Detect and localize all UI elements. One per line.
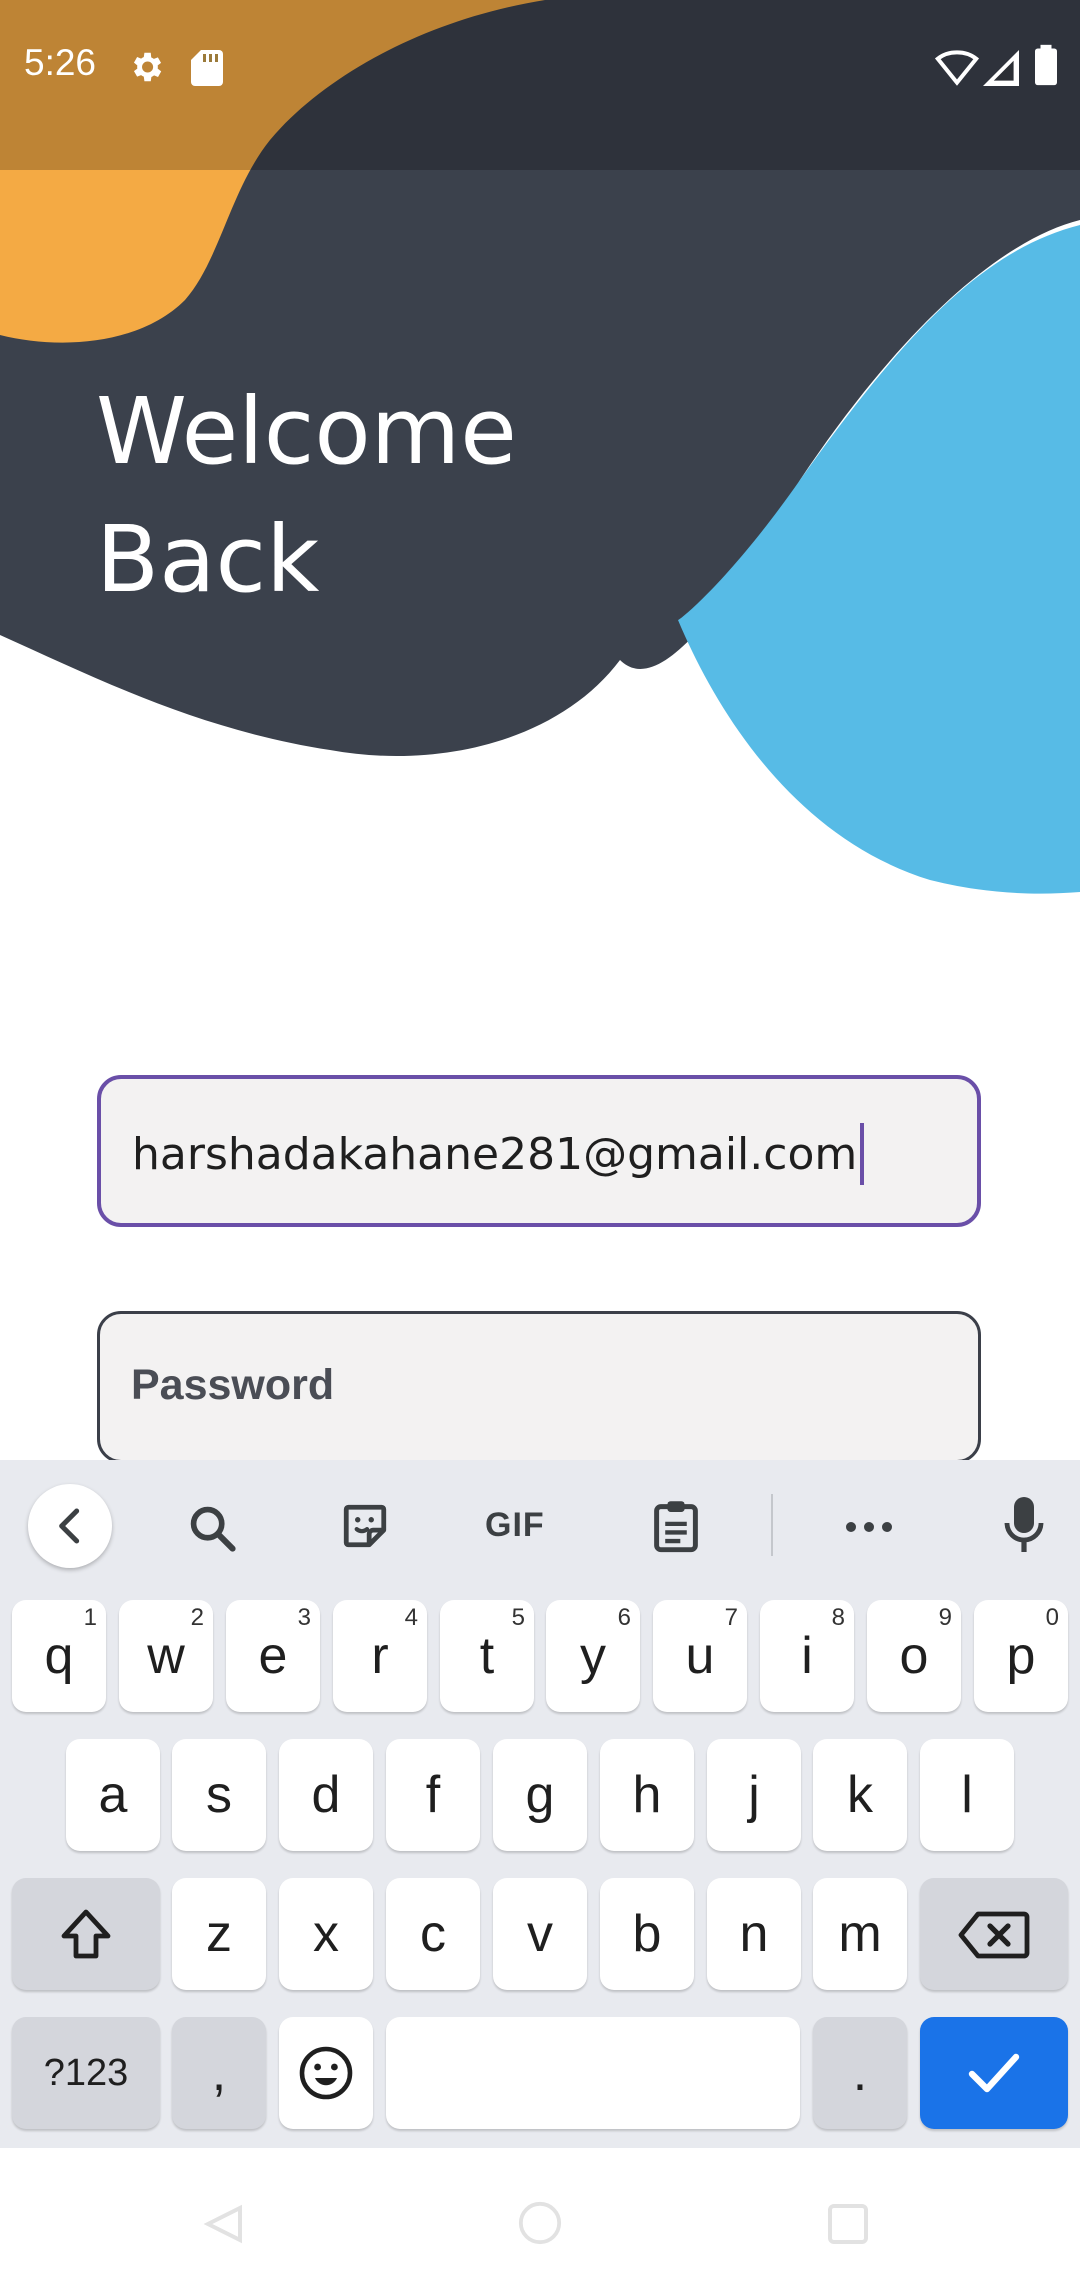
enter-key[interactable] — [920, 2017, 1068, 2129]
background-shapes — [0, 0, 1080, 894]
key-k[interactable]: k — [813, 1739, 907, 1851]
backspace-key[interactable] — [920, 1878, 1068, 1990]
key-u[interactable]: u7 — [653, 1600, 747, 1712]
emoji-icon — [299, 2046, 353, 2100]
settings-gear-icon — [133, 52, 162, 82]
key-v[interactable]: v — [493, 1878, 587, 1990]
key-n[interactable]: n — [707, 1878, 801, 1990]
key-w[interactable]: w2 — [119, 1600, 213, 1712]
sd-card-icon — [191, 50, 223, 86]
battery-icon — [1035, 44, 1057, 86]
shift-icon — [61, 1909, 111, 1959]
clipboard-icon[interactable] — [652, 1498, 700, 1554]
text-cursor — [860, 1123, 865, 1185]
cell-signal-icon — [983, 50, 1019, 86]
key-r[interactable]: r4 — [333, 1600, 427, 1712]
mic-icon[interactable] — [1004, 1494, 1044, 1556]
sticker-icon[interactable] — [340, 1500, 390, 1552]
key-f[interactable]: f — [386, 1739, 480, 1851]
key-y[interactable]: y6 — [546, 1600, 640, 1712]
welcome-line-2: Back — [96, 506, 320, 613]
key-e[interactable]: e3 — [226, 1600, 320, 1712]
comma-key[interactable]: , — [172, 2017, 266, 2129]
email-input-value: harshadakahane281@gmail.com — [132, 1123, 865, 1185]
key-m[interactable]: m — [813, 1878, 907, 1990]
chevron-left-icon — [59, 1508, 80, 1544]
navigation-bar — [0, 2148, 1080, 2280]
shift-key[interactable] — [12, 1878, 160, 1990]
status-time: 5:26 — [24, 42, 97, 83]
key-x[interactable]: x — [279, 1878, 373, 1990]
key-b[interactable]: b — [600, 1878, 694, 1990]
key-j[interactable]: j — [707, 1739, 801, 1851]
key-q[interactable]: q1 — [12, 1600, 106, 1712]
key-o[interactable]: o9 — [867, 1600, 961, 1712]
period-key[interactable]: . — [813, 2017, 907, 2129]
key-p[interactable]: p0 — [974, 1600, 1068, 1712]
space-key[interactable] — [386, 2017, 800, 2129]
wifi-icon — [935, 50, 979, 86]
keyboard-back-button[interactable] — [28, 1484, 112, 1568]
gif-icon[interactable]: GIF — [485, 1506, 545, 1545]
more-icon[interactable] — [844, 1520, 894, 1534]
key-c[interactable]: c — [386, 1878, 480, 1990]
key-i[interactable]: i8 — [760, 1600, 854, 1712]
nav-back-icon[interactable] — [200, 2204, 248, 2244]
emoji-key[interactable] — [279, 2017, 373, 2129]
welcome-line-1: Welcome — [96, 378, 517, 485]
key-z[interactable]: z — [172, 1878, 266, 1990]
backspace-icon — [958, 1911, 1030, 1959]
nav-home-icon[interactable] — [517, 2200, 563, 2246]
status-bar: 5:26 — [0, 0, 1080, 170]
toolbar-divider — [771, 1494, 773, 1556]
nav-recents-icon[interactable] — [826, 2202, 870, 2246]
key-t[interactable]: t5 — [440, 1600, 534, 1712]
checkmark-icon — [968, 2053, 1020, 2093]
soft-keyboard: GIF q1 w2 e3 r4 t5 y6 u7 i8 o9 p0 a s d … — [0, 1460, 1080, 2148]
key-d[interactable]: d — [279, 1739, 373, 1851]
password-placeholder: Password — [131, 1361, 335, 1409]
key-a[interactable]: a — [66, 1739, 160, 1851]
key-s[interactable]: s — [172, 1739, 266, 1851]
welcome-heading: Welcome Back — [96, 368, 517, 624]
key-l[interactable]: l — [920, 1739, 1014, 1851]
symbols-key[interactable]: ?123 — [12, 2017, 160, 2129]
search-icon[interactable] — [186, 1502, 238, 1554]
key-g[interactable]: g — [493, 1739, 587, 1851]
password-field[interactable]: Password — [97, 1311, 981, 1463]
email-field[interactable]: harshadakahane281@gmail.com — [97, 1075, 981, 1227]
key-h[interactable]: h — [600, 1739, 694, 1851]
